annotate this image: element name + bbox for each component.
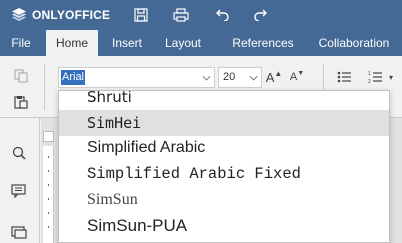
- numbered-list-icon[interactable]: 12: [366, 67, 386, 87]
- tab-references[interactable]: References: [218, 30, 308, 56]
- comments-icon[interactable]: [9, 181, 29, 201]
- paste-icon[interactable]: [11, 92, 31, 112]
- font-name-input[interactable]: Arial: [61, 70, 86, 85]
- font-option-simhei[interactable]: SimHei: [59, 110, 389, 136]
- chevron-down-icon[interactable]: [249, 72, 258, 81]
- font-option-shruti[interactable]: Shruti: [59, 91, 389, 110]
- font-option-simplified-arabic[interactable]: Simplified Arabic: [59, 135, 389, 161]
- font-size-input[interactable]: 20: [223, 71, 235, 83]
- logo-text: ONLYOFFICE: [32, 8, 111, 22]
- svg-text:2: 2: [368, 79, 371, 84]
- font-option-simplified-arabic-fixed[interactable]: Simplified Arabic Fixed: [59, 161, 389, 187]
- toolbar-separator: [44, 64, 45, 110]
- title-bar: ONLYOFFICE: [0, 0, 402, 30]
- font-option-simsun[interactable]: SimSun: [59, 187, 389, 213]
- copy-icon[interactable]: [11, 66, 31, 86]
- app-logo: ONLYOFFICE: [11, 6, 110, 24]
- redo-icon[interactable]: [251, 5, 271, 25]
- font-dropdown-list: Shruti SimHei Simplified Arabic Simplifi…: [58, 90, 390, 243]
- bulleted-list-icon[interactable]: [335, 67, 355, 87]
- onlyoffice-logo-icon: [11, 7, 27, 23]
- tab-insert[interactable]: Insert: [104, 30, 150, 56]
- tab-collaboration[interactable]: Collaboration: [306, 30, 402, 56]
- font-name-combobox[interactable]: Arial: [58, 67, 215, 88]
- decrease-font-size-icon: A: [289, 71, 298, 83]
- increase-font-size-icon: A: [265, 69, 275, 85]
- chevron-down-icon[interactable]: ▾: [384, 67, 398, 87]
- tab-layout[interactable]: Layout: [158, 30, 208, 56]
- chat-icon[interactable]: [9, 222, 29, 242]
- increase-font-size-button[interactable]: A ▲: [264, 67, 284, 87]
- tab-file[interactable]: File: [4, 30, 38, 56]
- print-icon[interactable]: [171, 5, 191, 25]
- save-icon[interactable]: [131, 5, 151, 25]
- ribbon-tabs: File Home Insert Layout References Colla…: [0, 30, 402, 56]
- vertical-ruler: [43, 146, 54, 243]
- tab-stop-selector[interactable]: [43, 131, 54, 142]
- font-size-combobox[interactable]: 20: [218, 67, 262, 88]
- font-option-simsun-pua[interactable]: SimSun-PUA: [59, 213, 389, 239]
- tab-home[interactable]: Home: [46, 30, 98, 56]
- decrease-font-size-button[interactable]: A ▼: [287, 67, 307, 87]
- undo-icon[interactable]: [212, 5, 232, 25]
- svg-text:1: 1: [368, 71, 371, 77]
- chevron-down-icon[interactable]: [202, 72, 211, 81]
- search-icon[interactable]: [9, 143, 29, 163]
